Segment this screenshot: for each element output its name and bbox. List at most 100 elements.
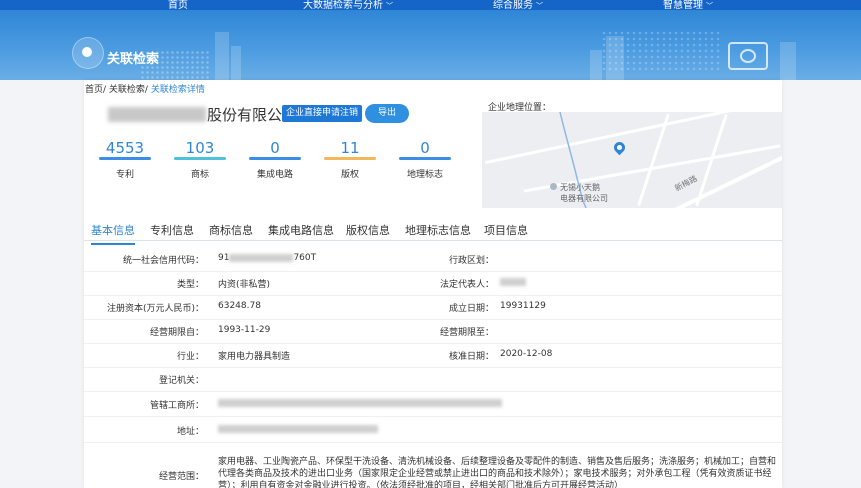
field-label: 成立日期： (448, 304, 494, 314)
type-value: 内资(非私营) (218, 280, 271, 290)
info-row: 统一社会信用代码： 91 760T 行政区划： (84, 247, 782, 272)
field-label: 经营范围： (158, 472, 204, 482)
info-row: 类型： 内资(非私营) 法定代表人： (84, 271, 782, 296)
poi-line: 电器有限公司 (560, 194, 608, 203)
address-value (218, 424, 378, 434)
industry-value: 家用电力器具制造 (218, 352, 291, 362)
term-from-value: 1993-11-29 (218, 325, 271, 335)
field-label: 核准日期： (448, 352, 494, 362)
breadcrumb-home[interactable]: 首页/ (85, 85, 106, 95)
field-label: 注册资本(万元人民币)： (106, 304, 204, 314)
stat-copyright[interactable]: 11 版权 (320, 139, 380, 180)
field-label: 登记机关： (158, 376, 204, 386)
credit-code-suffix: 760T (293, 253, 317, 263)
stat-ic[interactable]: 0 集成电路 (245, 139, 305, 180)
field-label: 行政区划： (448, 256, 494, 266)
stat-label: 专利 (115, 170, 134, 180)
chevron-down-icon: ﹀ (386, 2, 393, 10)
stat-bar (99, 157, 151, 160)
nav-bigdata-label: 大数据检索与分析 (303, 0, 383, 10)
stat-patent[interactable]: 4553 专利 (95, 139, 155, 180)
redacted-value (218, 424, 378, 433)
building-decoration (215, 32, 229, 80)
stat-label: 版权 (340, 170, 359, 180)
stat-label: 集成电路 (256, 170, 293, 180)
poi-marker (550, 183, 557, 190)
tab-ic-info[interactable]: 集成电路信息 (268, 222, 334, 238)
breadcrumb-search[interactable]: 关联检索/ (109, 85, 148, 95)
building-decoration (780, 42, 796, 80)
stat-bar (174, 157, 226, 160)
map-road-name: 新梅路 (673, 173, 699, 194)
stat-label: 地理标志 (406, 170, 443, 180)
stat-label: 商标 (190, 170, 209, 180)
stat-value: 103 (185, 139, 215, 157)
logo-icon-inner (82, 47, 92, 57)
field-label: 行业： (176, 352, 204, 362)
location-pin-icon[interactable] (611, 139, 628, 156)
field-label: 类型： (176, 280, 204, 290)
stat-trademark[interactable]: 103 商标 (170, 139, 230, 180)
approved-value: 2020-12-08 (500, 349, 553, 359)
nav-smart[interactable]: 智慧管理 ﹀ (663, 0, 713, 10)
stat-value: 0 (270, 139, 280, 157)
tab-patent-info[interactable]: 专利信息 (150, 222, 194, 238)
stat-bar (249, 157, 301, 160)
tab-copyright-info[interactable]: 版权信息 (346, 222, 390, 238)
field-label: 统一社会信用代码： (122, 256, 204, 266)
credit-code-prefix: 91 (218, 253, 230, 263)
tab-trademark-info[interactable]: 商标信息 (209, 222, 253, 238)
stat-bar (399, 157, 451, 160)
map-poi-label: 无锡小天鹅 电器有限公司 (560, 182, 608, 204)
apply-deregistration-button[interactable]: 企业直接申请注销 (282, 105, 363, 122)
chevron-down-icon: ﹀ (536, 2, 543, 10)
info-row: 管辖工商所： (84, 391, 782, 417)
top-nav: 首页 大数据检索与分析 ﹀ 综合服务 ﹀ 智慧管理 ﹀ (0, 0, 861, 10)
redacted-value (218, 398, 502, 407)
nav-home[interactable]: 首页 (168, 0, 188, 10)
building-decoration (590, 50, 602, 80)
legal-rep-value (500, 277, 526, 287)
building-decoration (231, 46, 241, 80)
stat-bar (324, 157, 376, 160)
stat-value: 0 (420, 139, 430, 157)
info-row: 地址： (84, 416, 782, 443)
nav-smart-label: 智慧管理 (663, 0, 703, 10)
banner-title: 关联检索 (107, 52, 160, 67)
field-label: 管辖工商所： (149, 401, 204, 411)
redacted-value (229, 253, 294, 262)
business-scope-value: 家用电器、工业陶瓷产品、环保型干洗设备、清洗机械设备、后续整理设备及零配件的制造… (218, 457, 777, 488)
info-row: 注册资本(万元人民币)： 63248.78 成立日期： 19931129 (84, 295, 782, 320)
nav-integrated-label: 综合服务 (493, 0, 533, 10)
field-label: 经营期限至： (439, 328, 494, 338)
tab-project-info[interactable]: 项目信息 (484, 222, 528, 238)
company-name: 股份有限公司 (108, 104, 297, 125)
detail-card: 首页/ 关联检索/ 关联检索详情 股份有限公司 企业直接申请注销 导出 4553… (84, 80, 782, 488)
export-button[interactable]: 导出 (365, 104, 409, 123)
redacted-name (108, 107, 206, 122)
tab-basic-info[interactable]: 基本信息 (91, 222, 135, 245)
building-decoration (606, 36, 624, 80)
stat-value: 11 (340, 139, 360, 157)
detail-tabs: 基本信息 专利信息 商标信息 集成电路信息 版权信息 地理标志信息 项目信息 (84, 212, 782, 245)
field-label: 地址： (176, 427, 204, 437)
page-banner: 关联检索 (0, 10, 861, 80)
location-map[interactable]: 无锡小天鹅 电器有限公司 新梅路 (482, 112, 782, 208)
info-row: 行业： 家用电力器具制造 核准日期： 2020-12-08 (84, 343, 782, 368)
bureau-value (218, 398, 502, 408)
poi-line: 无锡小天鹅 (560, 183, 600, 192)
capital-value: 63248.78 (218, 301, 261, 311)
field-label: 经营期限自： (149, 328, 204, 338)
stat-value: 4553 (105, 139, 145, 157)
credit-code-value: 91 760T (218, 253, 316, 263)
info-row: 登记机关： (84, 367, 782, 392)
chevron-down-icon: ﹀ (706, 2, 713, 10)
nav-integrated[interactable]: 综合服务 ﹀ (493, 0, 543, 10)
nav-bigdata[interactable]: 大数据检索与分析 ﹀ (303, 0, 393, 10)
stat-geo[interactable]: 0 地理标志 (395, 139, 455, 180)
monitor-icon (728, 42, 768, 70)
breadcrumb: 首页/ 关联检索/ 关联检索详情 (85, 82, 205, 95)
info-row: 经营期限自： 1993-11-29 经营期限至： (84, 319, 782, 344)
tab-geo-info[interactable]: 地理标志信息 (405, 222, 471, 238)
map-road (484, 112, 780, 165)
